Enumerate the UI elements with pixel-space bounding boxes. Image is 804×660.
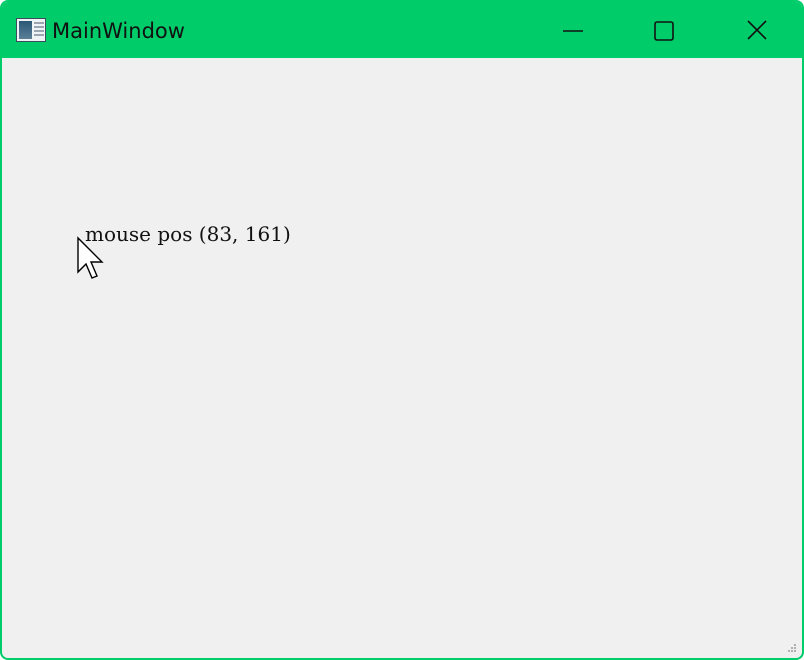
- app-icon[interactable]: [16, 18, 46, 42]
- close-button[interactable]: [710, 2, 802, 58]
- window-title: MainWindow: [52, 19, 185, 43]
- arrow-cursor-icon: [77, 236, 104, 279]
- resize-grip-icon[interactable]: [788, 644, 798, 654]
- app-icon-left-pane: [19, 21, 32, 39]
- main-window: MainWindow mouse pos (83, 161): [0, 0, 804, 660]
- close-icon: [747, 20, 767, 40]
- client-area[interactable]: mouse pos (83, 161): [2, 58, 802, 658]
- maximize-icon: [654, 21, 674, 41]
- minimize-icon: [563, 30, 583, 32]
- mouse-position-label: mouse pos (83, 161): [85, 222, 291, 246]
- title-bar[interactable]: MainWindow: [2, 2, 802, 58]
- app-icon-right-pane: [34, 22, 44, 38]
- minimize-button[interactable]: [526, 2, 618, 58]
- maximize-button[interactable]: [618, 2, 710, 58]
